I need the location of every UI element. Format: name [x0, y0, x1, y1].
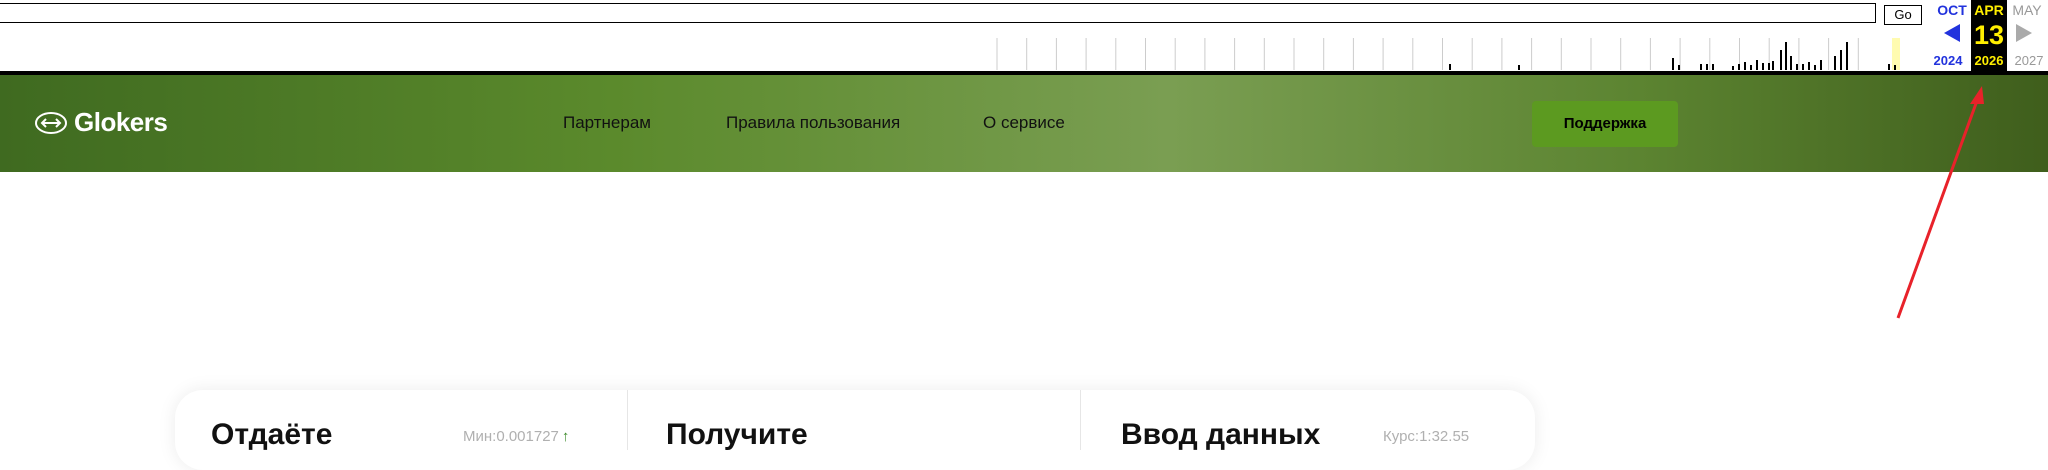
site-header: Glokers Партнерам Правила пользования О …: [0, 75, 2048, 172]
current-day: 13: [1973, 20, 2005, 50]
wayback-toolbar: Go OCT APR MAY 13 2024 2026 2027: [0, 0, 2048, 75]
logo-text: Glokers: [74, 107, 168, 137]
receive-column: Получите: [628, 390, 1080, 470]
current-month: APR: [1974, 2, 2004, 18]
pay-column: Отдаёте Мин:0.001727 ↑: [175, 390, 627, 470]
pay-title: Отдаёте: [211, 418, 333, 451]
data-column: Ввод данных Курс:1:32.55: [1081, 390, 1535, 470]
current-year: 2026: [1974, 53, 2004, 68]
nav-about[interactable]: О сервисе: [983, 113, 1065, 133]
prev-year-link[interactable]: 2024: [1926, 53, 1970, 68]
nav-partners[interactable]: Партнерам: [563, 113, 651, 133]
next-month: MAY: [2012, 2, 2042, 18]
receive-title: Получите: [666, 418, 808, 451]
capture-sparkline[interactable]: [0, 30, 1900, 70]
min-amount: Мин:0.001727 ↑: [463, 428, 569, 445]
arrow-up-icon: ↑: [561, 428, 570, 445]
nav-rules[interactable]: Правила пользования: [726, 113, 900, 133]
exchange-logo-icon: [35, 111, 67, 134]
go-button[interactable]: Go: [1884, 5, 1922, 25]
next-capture-arrow-icon: [2016, 24, 2032, 42]
exchange-rate: Курс:1:32.55: [1383, 428, 1470, 445]
prev-capture-arrow-icon[interactable]: [1944, 24, 1960, 42]
next-year: 2027: [2014, 53, 2044, 68]
min-amount-text: Мин:0.001727: [463, 428, 559, 445]
support-button[interactable]: Поддержка: [1532, 101, 1678, 147]
site-logo[interactable]: Glokers: [34, 107, 168, 138]
data-title: Ввод данных: [1121, 418, 1321, 451]
url-input[interactable]: [0, 3, 1876, 23]
prev-month-link[interactable]: OCT: [1934, 2, 1970, 18]
exchange-card: Отдаёте Мин:0.001727 ↑ Получите Ввод данн…: [175, 390, 1535, 470]
